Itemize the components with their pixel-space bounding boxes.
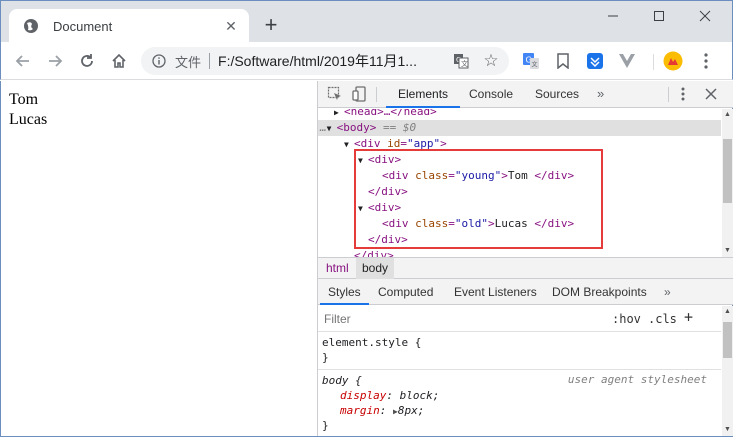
devtools-tab-divider [376,87,377,102]
dom-scrollbar[interactable]: ▲ ▼ [722,109,733,257]
download-extension-icon[interactable] [585,51,605,71]
tab-elements[interactable]: Elements [386,81,461,108]
minimize-button[interactable] [590,1,636,31]
tab-event-listeners[interactable]: Event Listeners [454,279,537,305]
devtools-panel: Elements Console Sources » ▶ <head>…</hea… [317,81,733,436]
new-style-rule-button[interactable]: + [684,308,693,326]
styles-filter-bar: :hov .cls + [318,306,721,332]
user-avatar[interactable] [663,51,683,71]
device-toolbar-icon[interactable] [351,85,369,103]
dom-node-head[interactable]: ▶ <head>…</head> [334,109,437,120]
title-bar: Document ✕ + [0,0,733,43]
forward-arrow-icon[interactable] [41,47,69,75]
scroll-down-arrow-icon[interactable]: ▼ [722,424,733,436]
expanded-triangle-icon[interactable]: ▼ [344,137,354,153]
user-agent-stylesheet-label: user agent stylesheet [567,373,707,386]
translate-icon[interactable]: G文 [451,51,471,71]
tab-computed[interactable]: Computed [378,279,433,305]
tab-console[interactable]: Console [469,81,513,108]
breadcrumb-html[interactable]: html [320,258,355,279]
dom-node-app-close[interactable]: </div> [354,248,394,257]
selected-marker: == $0 [383,121,417,134]
body-selector[interactable]: body { [322,373,362,388]
body-rule-close: } [322,419,329,432]
star-icon[interactable]: ☆ [481,51,501,71]
window-bottom-border [0,436,733,443]
breadcrumb: html body [318,257,733,279]
element-style-selector[interactable]: element.style { [322,335,421,350]
scrollbar-thumb[interactable] [723,322,732,358]
scroll-up-arrow-icon[interactable]: ▲ [722,109,733,121]
element-style-close: } [322,351,329,364]
close-tab-icon[interactable]: ✕ [223,18,239,34]
styles-rules: element.style { } body { user agent styl… [318,333,721,436]
highlight-annotation-box [354,149,603,249]
filter-input[interactable] [322,310,572,328]
svg-text:文: 文 [461,59,468,68]
inspect-element-icon[interactable] [326,85,344,103]
back-arrow-icon[interactable] [9,47,37,75]
toolbar-divider [653,54,654,70]
dom-row-dots[interactable]: … [318,121,327,134]
vue-devtools-icon[interactable] [617,51,637,71]
reload-icon[interactable] [73,47,101,75]
tab-title: Document [53,18,113,34]
home-icon[interactable] [105,47,133,75]
url-text[interactable]: F:/Software/html/2019年11月1... [218,51,451,71]
devtools-divider [668,87,669,102]
body-open-tag: <body> [336,121,377,134]
styles-scrollbar[interactable]: ▲ ▼ [722,306,733,436]
more-tabs-chevron-icon[interactable]: » [597,81,604,108]
close-window-button[interactable] [682,1,728,31]
page-viewport: Tom Lucas [0,81,317,436]
text-tom: Tom [9,91,39,108]
browser-toolbar: 文件 F:/Software/html/2019年11月1... G文 ☆ G文 [0,42,733,80]
close-devtools-icon[interactable] [702,85,720,103]
new-tab-button[interactable]: + [260,12,282,37]
site-label: 文件 [175,54,202,70]
google-translate-extension-icon[interactable]: G文 [521,51,541,71]
browser-tab[interactable]: Document ✕ [9,9,249,43]
dom-node-body[interactable]: …▼ <body> == $0 [318,120,721,136]
globe-icon [23,18,39,34]
bookmark-icon[interactable] [553,51,573,71]
more-style-tabs-chevron-icon[interactable]: » [664,279,671,305]
scrollbar-thumb[interactable] [723,139,732,203]
tab-styles[interactable]: Styles [320,279,369,305]
devtools-tab-bar: Elements Console Sources » [318,81,733,108]
decl-display[interactable]: display: block; [340,388,439,403]
address-bar[interactable]: 文件 F:/Software/html/2019年11月1... G文 ☆ [141,47,509,75]
omnibox-divider [209,53,211,69]
expanded-triangle-icon[interactable]: ▼ [327,121,337,137]
kebab-menu-icon[interactable] [696,51,716,71]
tab-sources[interactable]: Sources [535,81,579,108]
hov-toggle[interactable]: :hov [612,310,641,328]
svg-text:文: 文 [532,61,538,69]
maximize-button[interactable] [636,1,682,31]
text-lucas: Lucas [9,111,48,128]
scroll-up-arrow-icon[interactable]: ▲ [722,306,733,318]
info-icon[interactable] [151,53,167,69]
breadcrumb-body[interactable]: body [356,258,395,279]
tab-dom-breakpoints[interactable]: DOM Breakpoints [552,279,647,305]
scroll-down-arrow-icon[interactable]: ▼ [722,245,733,257]
devtools-menu-icon[interactable] [674,85,692,103]
cls-toggle[interactable]: .cls [648,310,677,328]
styles-tab-bar: Styles Computed Event Listeners DOM Brea… [318,279,733,305]
decl-margin[interactable]: margin: ▶8px; [340,403,424,418]
rule-divider [318,369,721,370]
